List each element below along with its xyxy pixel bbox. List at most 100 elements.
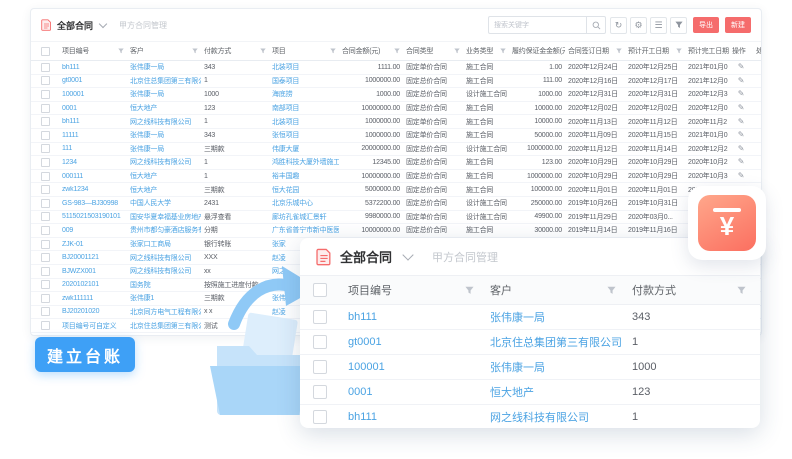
table-cell[interactable]: 网之线科技有限公司	[127, 266, 201, 276]
table-cell[interactable]: bh111	[59, 64, 127, 71]
filter-icon[interactable]	[394, 48, 400, 54]
table-cell[interactable]: zwk111111	[59, 295, 127, 302]
row-checkbox[interactable]	[313, 360, 327, 374]
table-cell[interactable]: gt0001	[59, 77, 127, 84]
row-checkbox[interactable]	[41, 158, 50, 167]
table-cell[interactable]: 张伟康一局	[127, 62, 201, 72]
edit-icon[interactable]: ✎	[738, 63, 745, 71]
table-cell[interactable]: 国泰项目	[269, 76, 339, 86]
filter-icon[interactable]	[616, 48, 622, 54]
table-cell[interactable]: 11111	[59, 132, 127, 139]
edit-icon[interactable]: ✎	[738, 118, 745, 126]
filter-icon[interactable]	[500, 48, 506, 54]
table-cell[interactable]: zwk1234	[59, 186, 127, 193]
table-row[interactable]: GS-983—BJ30998中国人民大学2431北京乐城中心5372200.00…	[31, 197, 761, 211]
table-row[interactable]: 009贵州市都匀豪酒店服务有...分期广东省普宁市新中医医院...1000000…	[31, 224, 761, 238]
table-cell[interactable]: 项目编号可自定义	[59, 321, 127, 331]
table-cell[interactable]: 国务院	[127, 280, 201, 290]
row-checkbox[interactable]	[41, 307, 50, 316]
table-row[interactable]: 11111张伟康一局343张恒项目1000000.00固定单价合同施工合同500…	[31, 129, 761, 143]
table-cell[interactable]: 恒大地产	[127, 103, 201, 113]
table-cell[interactable]: 北京住总集团第三有限公司	[127, 76, 201, 86]
row-checkbox[interactable]	[41, 321, 50, 330]
edit-icon[interactable]: ✎	[738, 131, 745, 139]
row-checkbox[interactable]	[41, 240, 50, 249]
table-cell[interactable]: 北京同方电气工程有限公司	[127, 307, 201, 317]
refresh-icon[interactable]: ↻	[610, 17, 627, 34]
row-checkbox[interactable]	[41, 294, 50, 303]
row-checkbox[interactable]	[41, 172, 50, 181]
table-cell[interactable]: 网之线科技有限公司	[482, 409, 624, 425]
table-cell[interactable]: 100001	[59, 91, 127, 98]
table-row[interactable]: bh111张伟康一局343北装项目1111.00固定单价合同施工合同1.0020…	[31, 61, 761, 75]
table-cell[interactable]: 0001	[340, 386, 482, 398]
table-cell[interactable]: BJWZX001	[59, 268, 127, 275]
table-cell[interactable]: 北京乐城中心	[269, 198, 339, 208]
row-checkbox[interactable]	[41, 76, 50, 85]
filter-icon[interactable]	[676, 48, 682, 54]
table-cell[interactable]: 000111	[59, 173, 127, 180]
edit-icon[interactable]: ✎	[738, 104, 745, 112]
table-cell[interactable]: 张伟康一局	[127, 130, 201, 140]
table-cell[interactable]: 2020102101	[59, 281, 127, 288]
table-row[interactable]: 1234网之线科技有限公司1鸿胜科技大厦外墙施工项目12345.00固定总价合同…	[31, 156, 761, 170]
row-checkbox[interactable]	[313, 310, 327, 324]
table-row[interactable]: 0001恒大地产123	[300, 380, 760, 405]
edit-icon[interactable]: ✎	[738, 158, 745, 166]
chevron-down-icon[interactable]	[99, 19, 107, 27]
row-checkbox[interactable]	[41, 63, 50, 72]
row-checkbox[interactable]	[41, 212, 50, 221]
table-cell[interactable]: 恒大地产	[127, 171, 201, 181]
table-row[interactable]: gt0001北京住总集团第三有限公司1国泰项目1000000.00固定总价合同施…	[31, 75, 761, 89]
row-checkbox[interactable]	[41, 144, 50, 153]
row-checkbox[interactable]	[313, 385, 327, 399]
gear-icon[interactable]: ⚙	[630, 17, 647, 34]
table-cell[interactable]: 张伟康1	[127, 293, 201, 303]
row-checkbox[interactable]	[41, 253, 50, 262]
table-cell[interactable]: 100001	[340, 361, 482, 373]
table-cell[interactable]: 贵州市都匀豪酒店服务有...	[127, 225, 201, 235]
table-row[interactable]: 0001恒大地产123南部项目10000000.00固定总价合同施工合同1000…	[31, 102, 761, 116]
table-cell[interactable]: bh111	[59, 118, 127, 125]
table-cell[interactable]: 国安华夏幸福基业房地产...	[127, 212, 201, 222]
table-cell[interactable]: gt0001	[340, 336, 482, 348]
table-row[interactable]: 111张伟康一局三期款伟康大厦20000000.00固定总价合同设计施工合同10…	[31, 143, 761, 157]
table-row[interactable]: bh111网之线科技有限公司1北装项目1000000.00固定单价合同施工合同1…	[31, 115, 761, 129]
filter-icon[interactable]	[454, 48, 460, 54]
column-list-icon[interactable]: ☰	[650, 17, 667, 34]
table-cell[interactable]: bh111	[340, 311, 482, 323]
table-cell[interactable]: 009	[59, 227, 127, 234]
edit-icon[interactable]: ✎	[738, 77, 745, 85]
table-cell[interactable]: 北京住总集团第三有限公司	[127, 321, 201, 331]
table-cell[interactable]: GS-983—BJ30998	[59, 200, 127, 207]
row-checkbox[interactable]	[313, 335, 327, 349]
table-cell[interactable]: 张恒项目	[269, 130, 339, 140]
filter-icon[interactable]	[465, 286, 474, 295]
table-cell[interactable]: 南部项目	[269, 103, 339, 113]
row-checkbox[interactable]	[41, 117, 50, 126]
table-cell[interactable]: 广东省普宁市新中医医院...	[269, 225, 339, 235]
table-cell[interactable]: BJ20201020	[59, 308, 127, 315]
table-cell[interactable]: 网之线科技有限公司	[127, 253, 201, 263]
filter-icon[interactable]	[118, 48, 124, 54]
table-cell[interactable]: 网之线科技有限公司	[127, 157, 201, 167]
filter-icon[interactable]	[330, 48, 336, 54]
table-cell[interactable]: 张伟康一局	[482, 359, 624, 375]
table-cell[interactable]: 0001	[59, 105, 127, 112]
row-checkbox[interactable]	[41, 90, 50, 99]
row-checkbox[interactable]	[41, 226, 50, 235]
table-cell[interactable]: 恒大花园	[269, 185, 339, 195]
row-checkbox[interactable]	[41, 267, 50, 276]
row-checkbox[interactable]	[41, 199, 50, 208]
row-checkbox[interactable]	[41, 185, 50, 194]
table-cell[interactable]: 张伟康一局	[127, 89, 201, 99]
table-row[interactable]: 100001张伟康一局1000	[300, 355, 760, 380]
table-cell[interactable]: 1234	[59, 159, 127, 166]
export-button[interactable]: 导出	[693, 17, 719, 33]
row-checkbox[interactable]	[41, 131, 50, 140]
edit-icon[interactable]: ✎	[738, 172, 745, 180]
table-cell[interactable]: 111	[59, 145, 127, 152]
table-cell[interactable]: 网之线科技有限公司	[127, 117, 201, 127]
table-cell[interactable]: 北装项目	[269, 62, 339, 72]
table-row[interactable]: 100001张伟康一局1000海底捞1000.00固定总价合同设计施工合同100…	[31, 88, 761, 102]
